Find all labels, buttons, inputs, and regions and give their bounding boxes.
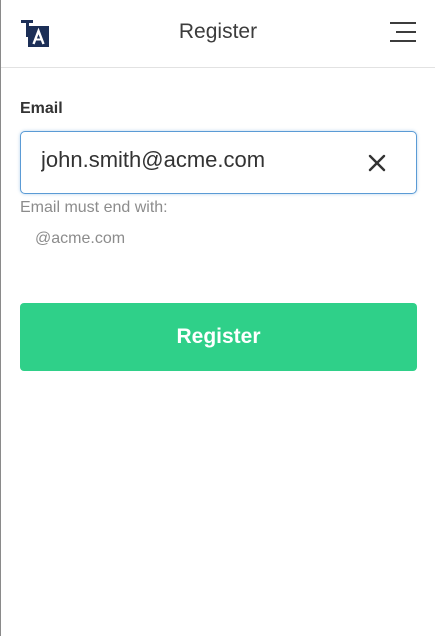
header-bar: Register	[1, 0, 435, 68]
register-button[interactable]: Register	[20, 303, 417, 371]
hamburger-icon[interactable]	[389, 20, 417, 44]
close-icon[interactable]	[366, 152, 388, 174]
email-field[interactable]	[41, 144, 351, 176]
email-field-container	[20, 131, 417, 194]
email-hint-title: Email must end with:	[20, 199, 168, 216]
email-hint-domain: @acme.com	[35, 230, 126, 247]
app-frame: Register Email Email must end with: @acm…	[0, 0, 435, 636]
page-title: Register	[178, 20, 258, 43]
email-label: Email	[20, 100, 63, 117]
